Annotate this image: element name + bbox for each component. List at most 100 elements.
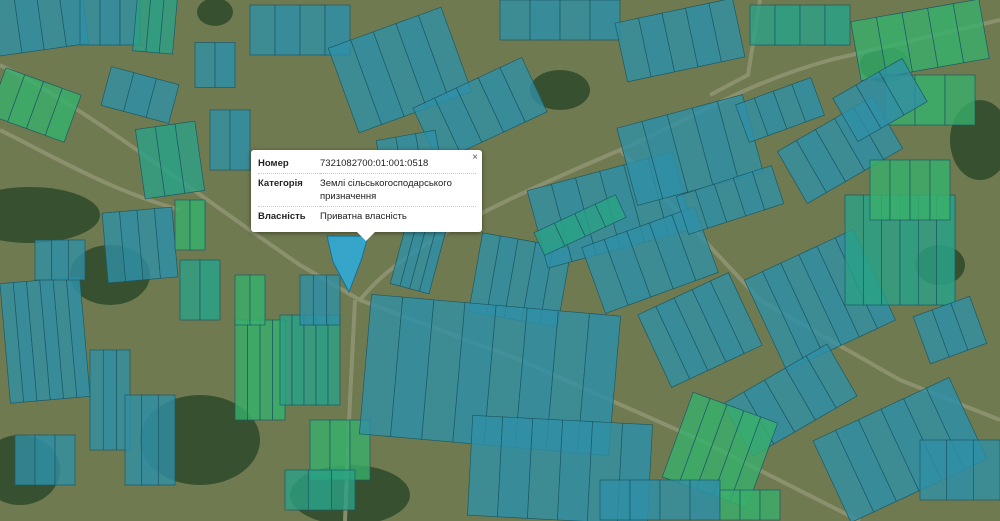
parcel[interactable] <box>189 199 206 251</box>
parcel-block[interactable] <box>919 439 1000 501</box>
parcel[interactable] <box>274 4 301 56</box>
parcel[interactable] <box>929 159 951 221</box>
parcel[interactable] <box>299 4 326 56</box>
parcel[interactable] <box>824 4 851 46</box>
parcel[interactable] <box>249 4 276 56</box>
parcel[interactable] <box>719 489 741 521</box>
parcel[interactable] <box>194 42 216 88</box>
parcel[interactable] <box>157 394 176 486</box>
parcel[interactable] <box>529 0 561 41</box>
parcel[interactable] <box>844 194 864 306</box>
parcel-block[interactable] <box>79 0 141 46</box>
parcel[interactable] <box>497 416 534 519</box>
parcel[interactable] <box>869 159 891 221</box>
parcel-block[interactable] <box>14 434 76 486</box>
parcel-layer[interactable] <box>0 0 1000 521</box>
parcel-block[interactable] <box>284 469 356 511</box>
parcel[interactable] <box>14 434 36 486</box>
parcel[interactable] <box>299 274 314 326</box>
parcel-block[interactable] <box>0 67 82 143</box>
parcel[interactable] <box>889 159 911 221</box>
map-view[interactable]: × Номер 7321082700:01:001:0518 Категорія… <box>0 0 1000 521</box>
parcel[interactable] <box>214 42 236 88</box>
parcel[interactable] <box>102 349 118 451</box>
parcel-block[interactable] <box>179 259 221 321</box>
parcel[interactable] <box>557 419 593 521</box>
parcel-block[interactable] <box>279 314 341 406</box>
parcel[interactable] <box>629 479 661 521</box>
parcel[interactable] <box>284 469 309 511</box>
parcel[interactable] <box>774 4 801 46</box>
parcel-block[interactable] <box>0 0 90 57</box>
parcel[interactable] <box>327 314 341 406</box>
parcel[interactable] <box>259 319 273 421</box>
parcel-block[interactable] <box>869 159 951 221</box>
parcel[interactable] <box>51 239 69 281</box>
parcel[interactable] <box>199 259 221 321</box>
parcel-block[interactable] <box>100 66 180 124</box>
parcel[interactable] <box>467 414 504 518</box>
parcel-block[interactable] <box>0 276 91 404</box>
parcel[interactable] <box>67 239 86 281</box>
parcel-block[interactable] <box>135 120 205 200</box>
close-icon[interactable]: × <box>472 152 478 164</box>
parcel-block[interactable] <box>124 394 176 486</box>
parcel-block[interactable] <box>234 274 266 326</box>
parcel[interactable] <box>303 314 317 406</box>
parcel[interactable] <box>89 349 104 451</box>
parcel[interactable] <box>689 479 721 521</box>
parcel[interactable] <box>34 239 53 281</box>
parcel[interactable] <box>749 4 776 46</box>
parcel[interactable] <box>54 434 76 486</box>
parcel[interactable] <box>291 314 305 406</box>
parcel-block[interactable] <box>101 206 179 284</box>
parcel[interactable] <box>315 314 329 406</box>
parcel[interactable] <box>972 439 1000 501</box>
parcel-block[interactable] <box>850 0 990 82</box>
parcel[interactable] <box>234 274 251 326</box>
parcel[interactable] <box>759 489 781 521</box>
parcel-block[interactable] <box>132 0 178 55</box>
parcel[interactable] <box>99 0 121 46</box>
cadastral-map-layer[interactable] <box>0 0 1000 521</box>
parcel[interactable] <box>499 0 531 41</box>
parcel[interactable] <box>247 319 261 421</box>
parcel-block[interactable] <box>749 4 851 46</box>
parcel-block[interactable] <box>234 319 286 421</box>
parcel[interactable] <box>599 479 631 521</box>
parcel[interactable] <box>209 109 231 171</box>
parcel[interactable] <box>331 469 356 511</box>
parcel-block[interactable] <box>912 295 988 365</box>
parcel[interactable] <box>34 434 56 486</box>
parcel[interactable] <box>174 199 191 251</box>
parcel-block[interactable] <box>499 0 621 41</box>
parcel[interactable] <box>312 274 328 326</box>
parcel[interactable] <box>79 0 101 46</box>
parcel[interactable] <box>279 314 293 406</box>
parcel[interactable] <box>234 319 248 421</box>
parcel[interactable] <box>659 479 691 521</box>
parcel[interactable] <box>909 159 931 221</box>
parcel-block[interactable] <box>614 0 746 83</box>
parcel[interactable] <box>229 109 251 171</box>
parcel[interactable] <box>589 0 621 41</box>
parcel-block[interactable] <box>174 199 206 251</box>
parcel[interactable] <box>124 394 143 486</box>
parcel[interactable] <box>527 418 563 521</box>
parcel-block[interactable] <box>719 489 781 521</box>
parcel[interactable] <box>944 74 976 126</box>
parcel-block[interactable] <box>599 479 721 521</box>
parcel-block[interactable] <box>34 239 86 281</box>
parcel-block[interactable] <box>194 42 236 88</box>
parcel-block[interactable] <box>89 349 131 451</box>
parcel[interactable] <box>799 4 826 46</box>
parcel-block[interactable] <box>299 274 341 326</box>
parcel[interactable] <box>739 489 761 521</box>
parcel[interactable] <box>179 259 201 321</box>
parcel[interactable] <box>919 439 948 501</box>
parcel[interactable] <box>141 394 159 486</box>
parcel[interactable] <box>249 274 266 326</box>
parcel[interactable] <box>326 274 341 326</box>
parcel[interactable] <box>946 439 974 501</box>
parcel[interactable] <box>559 0 591 41</box>
